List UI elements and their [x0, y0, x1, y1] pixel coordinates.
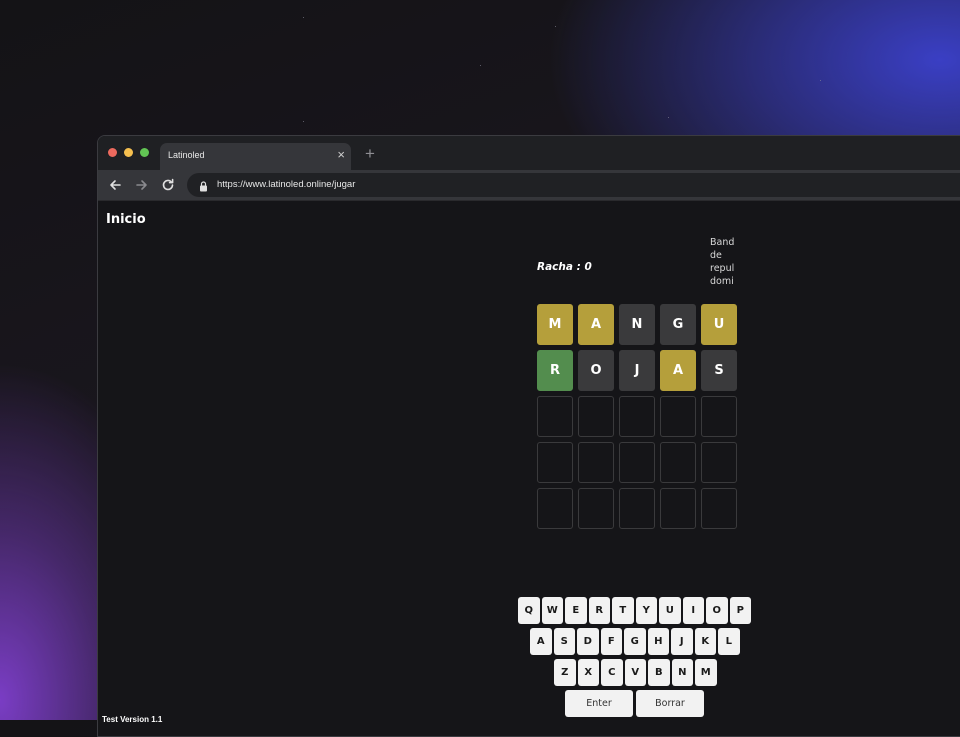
forward-arrow-icon[interactable]	[134, 177, 150, 193]
key-c[interactable]: C	[601, 659, 623, 686]
board-tile	[537, 442, 573, 483]
board-row	[537, 488, 737, 529]
keyboard-row: ZXCVBNM	[554, 659, 717, 686]
key-j[interactable]: J	[671, 628, 693, 655]
board-tile	[578, 396, 614, 437]
key-b[interactable]: B	[648, 659, 670, 686]
key-r[interactable]: R	[588, 597, 610, 624]
browser-tab[interactable]: Latinoled ×	[160, 143, 351, 170]
board-tile: U	[701, 304, 737, 345]
board-tile	[701, 442, 737, 483]
board-tile: S	[701, 350, 737, 391]
keyboard-row: ASDFGHJKL	[530, 628, 740, 655]
board-tile	[701, 396, 737, 437]
board-tile: R	[537, 350, 573, 391]
board-tile: N	[619, 304, 655, 345]
minimize-window-button[interactable]	[124, 148, 133, 157]
browser-window: Latinoled × + https://www.latinoled.onli…	[97, 135, 960, 737]
board-tile	[537, 488, 573, 529]
board-tile	[660, 442, 696, 483]
board-tile	[619, 442, 655, 483]
key-f[interactable]: F	[600, 628, 622, 655]
tab-bar: Latinoled × +	[98, 136, 960, 170]
key-o[interactable]: O	[706, 597, 728, 624]
board-tile	[660, 488, 696, 529]
key-p[interactable]: P	[729, 597, 751, 624]
home-link[interactable]: Inicio	[106, 212, 146, 227]
page-content: Inicio Band de repul domi Racha : 0 MANG…	[98, 201, 960, 736]
key-v[interactable]: V	[624, 659, 646, 686]
key-n[interactable]: N	[671, 659, 693, 686]
board-row	[537, 442, 737, 483]
key-d[interactable]: D	[577, 628, 599, 655]
keyboard-row: Enter Borrar	[565, 690, 704, 717]
key-u[interactable]: U	[659, 597, 681, 624]
back-arrow-icon[interactable]	[107, 177, 123, 193]
board-tile	[701, 488, 737, 529]
key-x[interactable]: X	[577, 659, 599, 686]
board-row: MANGU	[537, 304, 737, 345]
enter-button[interactable]: Enter	[565, 690, 633, 717]
board-tile: J	[619, 350, 655, 391]
new-tab-icon[interactable]: +	[365, 145, 375, 162]
delete-button[interactable]: Borrar	[636, 690, 704, 717]
board-tile: A	[660, 350, 696, 391]
board-tile	[660, 396, 696, 437]
key-m[interactable]: M	[695, 659, 717, 686]
board-tile: G	[660, 304, 696, 345]
flag-image-broken: Band de repul domi	[710, 237, 735, 287]
keyboard-row: QWERTYUIOP	[518, 597, 751, 624]
key-g[interactable]: G	[624, 628, 646, 655]
key-k[interactable]: K	[694, 628, 716, 655]
key-w[interactable]: W	[541, 597, 563, 624]
board-tile	[578, 442, 614, 483]
streak-label: Racha : 0	[537, 261, 592, 273]
board-tile	[537, 396, 573, 437]
key-t[interactable]: T	[612, 597, 634, 624]
reload-icon[interactable]	[160, 177, 176, 193]
close-window-button[interactable]	[108, 148, 117, 157]
key-h[interactable]: H	[647, 628, 669, 655]
key-a[interactable]: A	[530, 628, 552, 655]
key-q[interactable]: Q	[518, 597, 540, 624]
key-z[interactable]: Z	[554, 659, 576, 686]
key-e[interactable]: E	[565, 597, 587, 624]
tab-title: Latinoled	[168, 150, 205, 160]
lock-icon	[199, 179, 208, 197]
board-tile: O	[578, 350, 614, 391]
key-i[interactable]: I	[682, 597, 704, 624]
address-bar[interactable]: https://www.latinoled.online/jugar	[187, 173, 960, 197]
board-tile: A	[578, 304, 614, 345]
board-row	[537, 396, 737, 437]
board-row: ROJAS	[537, 350, 737, 391]
game-board: MANGUROJAS	[537, 304, 737, 534]
board-tile	[619, 488, 655, 529]
key-s[interactable]: S	[553, 628, 575, 655]
board-tile	[619, 396, 655, 437]
browser-toolbar: https://www.latinoled.online/jugar	[98, 170, 960, 201]
key-l[interactable]: L	[718, 628, 740, 655]
url-text: https://www.latinoled.online/jugar	[217, 179, 356, 190]
key-y[interactable]: Y	[635, 597, 657, 624]
board-tile	[578, 488, 614, 529]
tab-close-icon[interactable]: ×	[337, 148, 345, 162]
maximize-window-button[interactable]	[140, 148, 149, 157]
board-tile: M	[537, 304, 573, 345]
